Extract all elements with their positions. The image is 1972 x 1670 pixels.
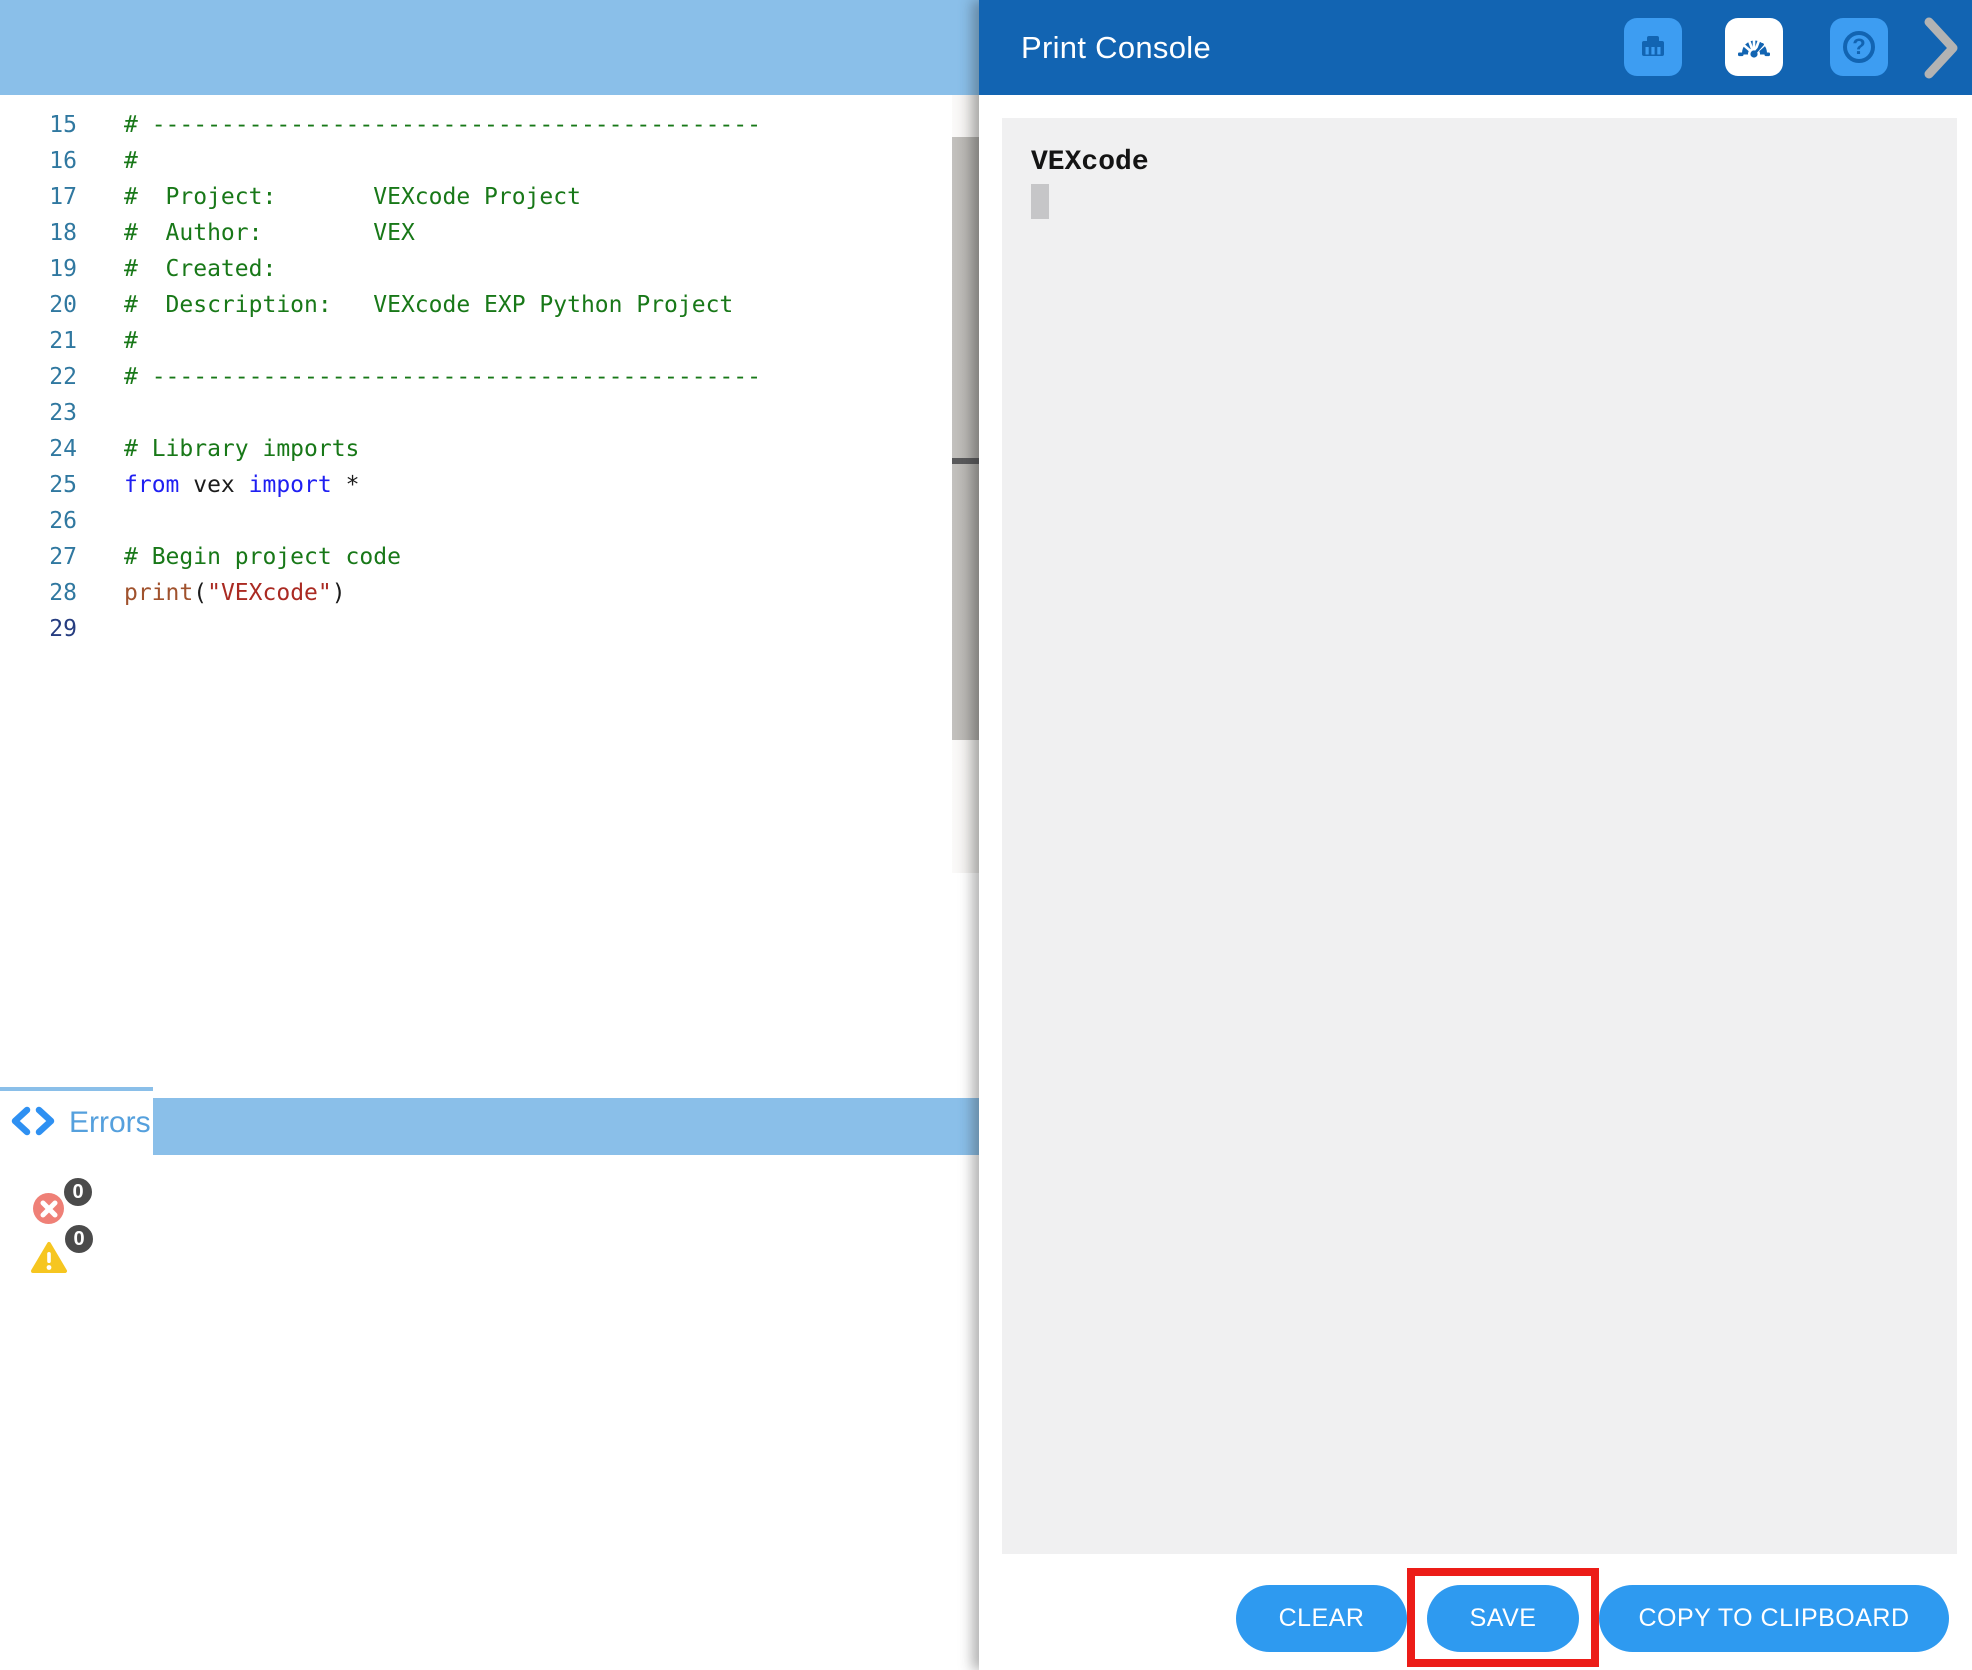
- code-line[interactable]: 27# Begin project code: [0, 539, 952, 575]
- line-number: 28: [0, 575, 77, 611]
- line-number: 16: [0, 143, 77, 179]
- vexcode-app: 15# ------------------------------------…: [0, 0, 1972, 1670]
- code-text: # --------------------------------------…: [77, 107, 761, 143]
- line-number: 18: [0, 215, 77, 251]
- code-text: # Created:: [77, 251, 276, 287]
- code-text: [77, 503, 124, 539]
- code-text: # Description: VEXcode EXP Python Projec…: [77, 287, 733, 323]
- code-lines: 15# ------------------------------------…: [0, 107, 952, 647]
- clear-button[interactable]: CLEAR: [1236, 1585, 1407, 1652]
- line-number: 25: [0, 467, 77, 503]
- line-number: 21: [0, 323, 77, 359]
- code-text: # Author: VEX: [77, 215, 415, 251]
- save-button[interactable]: SAVE: [1427, 1585, 1579, 1652]
- code-text: #: [77, 143, 138, 179]
- scrollbar-thumb[interactable]: [952, 137, 980, 740]
- line-number: 26: [0, 503, 77, 539]
- code-line[interactable]: 28print("VEXcode"): [0, 575, 952, 611]
- gauge-icon[interactable]: [1725, 18, 1783, 76]
- line-number: 24: [0, 431, 77, 467]
- chevron-right-icon[interactable]: [1923, 16, 1959, 80]
- code-text: [77, 611, 124, 647]
- console-output[interactable]: VEXcode: [1002, 118, 1957, 1554]
- code-brackets-icon: [10, 1105, 56, 1142]
- code-text: #: [77, 323, 138, 359]
- code-line[interactable]: 26: [0, 503, 952, 539]
- code-line[interactable]: 15# ------------------------------------…: [0, 107, 952, 143]
- help-icon[interactable]: ?: [1830, 18, 1888, 76]
- code-text: # Library imports: [77, 431, 359, 467]
- code-line[interactable]: 16#: [0, 143, 952, 179]
- code-line[interactable]: 17# Project: VEXcode Project: [0, 179, 952, 215]
- code-text: # Begin project code: [77, 539, 401, 575]
- code-line[interactable]: 29: [0, 611, 952, 647]
- error-circle-icon[interactable]: [33, 1193, 64, 1224]
- code-line[interactable]: 18# Author: VEX: [0, 215, 952, 251]
- code-editor[interactable]: 15# ------------------------------------…: [0, 95, 952, 1098]
- code-text: from vex import *: [77, 467, 359, 503]
- print-console-panel: Print Console: [979, 0, 1972, 1670]
- line-number: 23: [0, 395, 77, 431]
- code-line[interactable]: 24# Library imports: [0, 431, 952, 467]
- line-number: 19: [0, 251, 77, 287]
- line-number: 15: [0, 107, 77, 143]
- errors-tab[interactable]: Errors: [0, 1087, 153, 1155]
- code-line[interactable]: 19# Created:: [0, 251, 952, 287]
- warning-triangle-icon[interactable]: [30, 1241, 68, 1275]
- code-line[interactable]: 25from vex import *: [0, 467, 952, 503]
- code-line[interactable]: 21#: [0, 323, 952, 359]
- panel-title: Print Console: [1021, 30, 1211, 66]
- help-glyph: ?: [1843, 31, 1875, 63]
- console-cursor: [1031, 184, 1049, 219]
- errors-tab-label: Errors: [69, 1106, 151, 1140]
- toolbar-strip: [0, 0, 979, 95]
- code-line[interactable]: 23: [0, 395, 952, 431]
- line-number: 29: [0, 611, 77, 647]
- error-count-badge: 0: [61, 1175, 95, 1209]
- warning-count-badge: 0: [62, 1222, 96, 1256]
- code-line[interactable]: 22# ------------------------------------…: [0, 359, 952, 395]
- line-number: 27: [0, 539, 77, 575]
- code-text: # --------------------------------------…: [77, 359, 761, 395]
- editor-scrollbar[interactable]: [952, 95, 980, 873]
- console-output-text: VEXcode: [1031, 146, 1957, 180]
- scrollbar-divider: [952, 458, 980, 464]
- code-line[interactable]: 20# Description: VEXcode EXP Python Proj…: [0, 287, 952, 323]
- code-text: # Project: VEXcode Project: [77, 179, 581, 215]
- code-text: [77, 395, 124, 431]
- brain-icon[interactable]: [1624, 18, 1682, 76]
- print-console-header: Print Console: [979, 0, 1972, 95]
- code-text: print("VEXcode"): [77, 575, 346, 611]
- copy-to-clipboard-button[interactable]: COPY TO CLIPBOARD: [1599, 1585, 1949, 1652]
- line-number: 20: [0, 287, 77, 323]
- line-number: 22: [0, 359, 77, 395]
- line-number: 17: [0, 179, 77, 215]
